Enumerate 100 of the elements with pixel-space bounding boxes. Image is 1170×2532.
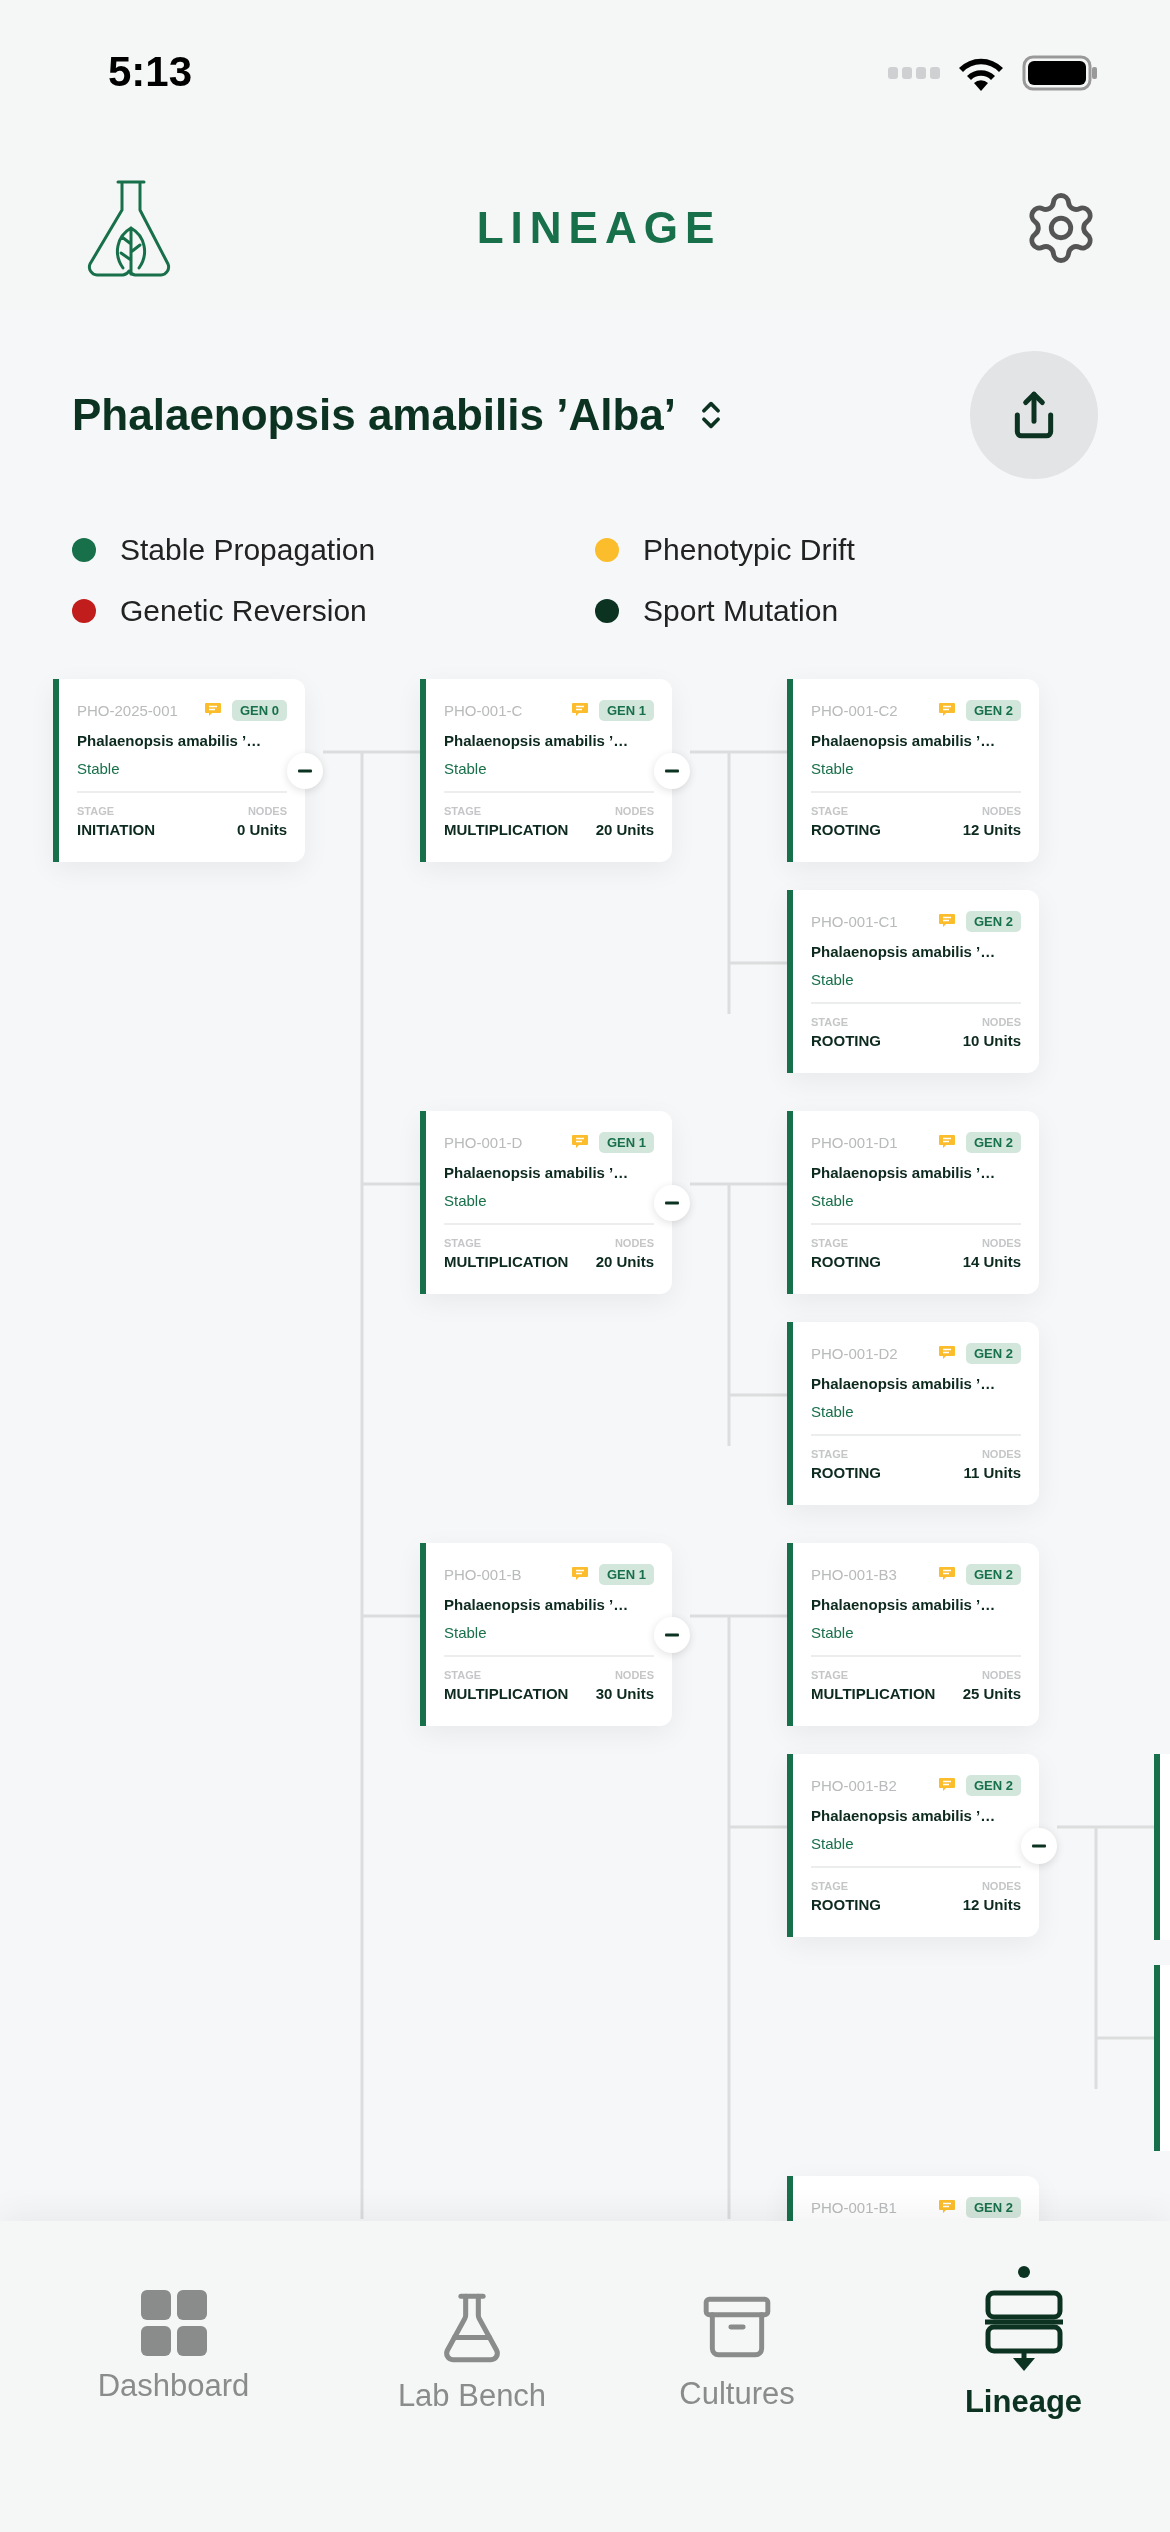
node-status: Stable bbox=[811, 1402, 855, 1422]
node-status: Stable bbox=[811, 1191, 855, 1211]
nodes-label: NODES bbox=[981, 1016, 1021, 1028]
nav-tab[interactable]: Lineage bbox=[877, 2266, 1170, 2420]
nodes-value: 20 Units bbox=[595, 1253, 654, 1270]
comment-icon bbox=[938, 1777, 956, 1793]
stage-label: STAGE bbox=[811, 1448, 849, 1460]
stage-value: MULTIPLICATION bbox=[444, 1685, 569, 1702]
node-card[interactable]: PHO-001-B2 GEN 2 Phalaenopsis amabilis ’… Stable STAGE ROOTING NODES 12 Units bbox=[787, 1754, 1039, 1937]
stage-label: STAGE bbox=[444, 1669, 482, 1681]
node-id: PHO-001-D bbox=[444, 1133, 524, 1151]
stage-value: INITIATION bbox=[77, 821, 156, 838]
stage-value: MULTIPLICATION bbox=[444, 821, 569, 838]
node-id: PHO-001-B3 bbox=[811, 1565, 898, 1583]
stage-value: ROOTING bbox=[811, 1464, 881, 1481]
node-card[interactable]: PHO-001-D1 GEN 2 Phalaenopsis amabilis ’… Stable STAGE ROOTING NODES 14 Units bbox=[787, 1111, 1039, 1294]
stage-label: STAGE bbox=[811, 1016, 849, 1028]
node-title: Phalaenopsis amabilis ’… bbox=[811, 1374, 997, 1394]
collapse-button[interactable] bbox=[654, 1617, 690, 1653]
nodes-value: 14 Units bbox=[962, 1253, 1021, 1270]
legend-label: Sport Mutation bbox=[643, 594, 839, 628]
minus-icon bbox=[665, 1201, 679, 1205]
node-card[interactable]: PHO-001-B1 GEN 2 bbox=[787, 2176, 1039, 2221]
node-id: PHO-001-D1 bbox=[811, 1133, 899, 1151]
generation-badge: GEN 2 bbox=[966, 2196, 1021, 2218]
generation-badge: GEN 2 bbox=[966, 910, 1021, 932]
node-card-edge[interactable] bbox=[1154, 1754, 1170, 1940]
screen-title: LINEAGE bbox=[476, 202, 722, 253]
node-id: PHO-001-D2 bbox=[811, 1344, 899, 1362]
stage-label: STAGE bbox=[444, 805, 482, 817]
node-title: Phalaenopsis amabilis ’… bbox=[811, 1806, 997, 1826]
comment-icon bbox=[938, 1134, 956, 1150]
node-status: Stable bbox=[444, 759, 488, 779]
stage-value: MULTIPLICATION bbox=[444, 1253, 569, 1270]
legend-label: Phenotypic Drift bbox=[643, 533, 855, 567]
collapse-button[interactable] bbox=[1021, 1828, 1057, 1864]
nodes-value: 10 Units bbox=[962, 1032, 1021, 1049]
node-card[interactable]: PHO-001-B3 GEN 2 Phalaenopsis amabilis ’… Stable STAGE MULTIPLICATION NODES 25 Units bbox=[787, 1543, 1039, 1726]
battery-icon bbox=[1022, 54, 1098, 91]
node-card[interactable]: PHO-001-D2 GEN 2 Phalaenopsis amabilis ’… Stable STAGE ROOTING NODES 11 Units bbox=[787, 1322, 1039, 1505]
comment-icon bbox=[571, 702, 589, 718]
nodes-label: NODES bbox=[247, 805, 287, 817]
nodes-label: NODES bbox=[981, 805, 1021, 817]
stage-label: STAGE bbox=[811, 1880, 849, 1892]
node-title: Phalaenopsis amabilis ’… bbox=[811, 731, 997, 751]
comment-icon bbox=[571, 1566, 589, 1582]
nodes-value: 25 Units bbox=[962, 1685, 1021, 1702]
stage-label: STAGE bbox=[811, 1669, 849, 1681]
stage-label: STAGE bbox=[811, 805, 849, 817]
status-time: 5:13 bbox=[108, 47, 193, 96]
node-card[interactable]: PHO-001-D GEN 1 Phalaenopsis amabilis ’… Stable STAGE MULTIPLICATION NODES 20 Units bbox=[420, 1111, 672, 1294]
comment-icon bbox=[938, 2199, 956, 2215]
comment-icon bbox=[204, 702, 222, 718]
minus-icon bbox=[298, 769, 312, 773]
nodes-value: 12 Units bbox=[962, 1896, 1021, 1913]
node-card[interactable]: PHO-2025-001 GEN 0 Phalaenopsis amabilis ’… Stable STAGE INITIATION NODES 0 Units bbox=[53, 679, 305, 862]
nodes-label: NODES bbox=[981, 1237, 1021, 1249]
generation-badge: GEN 1 bbox=[599, 699, 654, 721]
node-title: Phalaenopsis amabilis ’… bbox=[77, 731, 263, 751]
stage-label: STAGE bbox=[444, 1237, 482, 1249]
generation-badge: GEN 2 bbox=[966, 699, 1021, 721]
stacked-boxes-icon bbox=[984, 2290, 1063, 2372]
node-title: Phalaenopsis amabilis ’… bbox=[811, 1163, 997, 1183]
nodes-label: NODES bbox=[981, 1880, 1021, 1892]
generation-badge: GEN 2 bbox=[966, 1131, 1021, 1153]
node-card[interactable]: PHO-001-C2 GEN 2 Phalaenopsis amabilis ’… Stable STAGE ROOTING NODES 12 Units bbox=[787, 679, 1039, 862]
node-status: Stable bbox=[444, 1623, 488, 1643]
node-card[interactable]: PHO-001-C1 GEN 2 Phalaenopsis amabilis ’… Stable STAGE ROOTING NODES 10 Units bbox=[787, 890, 1039, 1073]
nodes-value: 12 Units bbox=[962, 821, 1021, 838]
node-card[interactable]: PHO-001-B GEN 1 Phalaenopsis amabilis ’… Stable STAGE MULTIPLICATION NODES 30 Units bbox=[420, 1543, 672, 1726]
node-status: Stable bbox=[811, 759, 855, 779]
collapse-button[interactable] bbox=[654, 1185, 690, 1221]
grid-icon bbox=[140, 2290, 207, 2356]
specimen-selector[interactable]: Phalaenopsis amabilis ’Alba’ bbox=[72, 390, 728, 440]
node-id: PHO-001-C2 bbox=[811, 701, 899, 719]
node-id: PHO-001-C bbox=[444, 701, 524, 719]
generation-badge: GEN 2 bbox=[966, 1563, 1021, 1585]
stage-value: ROOTING bbox=[811, 1896, 881, 1913]
generation-badge: GEN 1 bbox=[599, 1563, 654, 1585]
stage-label: STAGE bbox=[77, 805, 115, 817]
node-title: Phalaenopsis amabilis ’… bbox=[444, 731, 630, 751]
legend-label: Stable Propagation bbox=[120, 533, 376, 567]
nodes-label: NODES bbox=[614, 1237, 654, 1249]
nodes-label: NODES bbox=[614, 805, 654, 817]
nodes-value: 0 Units bbox=[237, 821, 287, 838]
node-card[interactable]: PHO-001-C GEN 1 Phalaenopsis amabilis ’… Stable STAGE MULTIPLICATION NODES 20 Units bbox=[420, 679, 672, 862]
minus-icon bbox=[1032, 1844, 1046, 1848]
nodes-label: NODES bbox=[981, 1669, 1021, 1681]
node-id: PHO-001-C1 bbox=[811, 912, 899, 930]
collapse-button[interactable] bbox=[654, 753, 690, 789]
node-title: Phalaenopsis amabilis ’… bbox=[811, 1595, 997, 1615]
legend-label: Genetic Reversion bbox=[120, 594, 367, 628]
collapse-button[interactable] bbox=[287, 753, 323, 789]
nodes-label: NODES bbox=[981, 1448, 1021, 1460]
node-card-edge[interactable] bbox=[1154, 1965, 1170, 2151]
node-id: PHO-001-B1 bbox=[811, 2198, 898, 2216]
stage-value: ROOTING bbox=[811, 821, 881, 838]
stage-value: ROOTING bbox=[811, 1032, 881, 1049]
comment-icon bbox=[938, 1566, 956, 1582]
comment-icon bbox=[938, 1345, 956, 1361]
